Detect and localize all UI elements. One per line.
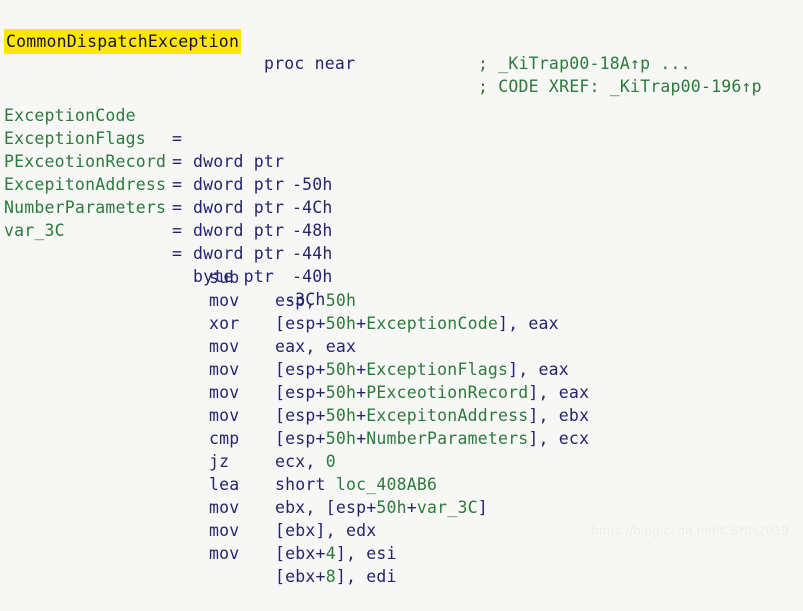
instruction-row[interactable]: mov [esp+50h+ExcepitonAddress], ebx (0, 358, 803, 425)
function-header-line[interactable]: CommonDispatchException proc near ; CODE… (0, 6, 803, 96)
declaration-offset: -48h (292, 221, 333, 240)
declaration-row[interactable]: NumberParameters = dword ptr -40h (0, 173, 803, 286)
proc-keyword-label: proc near (264, 54, 356, 73)
instruction-row[interactable]: mov [ebx+4], esi (0, 496, 803, 563)
declaration-row[interactable]: var_3C = byte ptr -3Ch (0, 196, 803, 309)
declaration-row[interactable]: ExcepitonAddress = dword ptr -44h (0, 150, 803, 263)
instruction-row[interactable]: xor eax, eax (0, 289, 803, 356)
instruction-row[interactable]: lea ebx, [esp+50h+var_3C] (0, 450, 803, 517)
instruction-row[interactable]: sub esp, 50h (0, 243, 803, 310)
declaration-type: dword ptr (193, 221, 285, 240)
instruction-mnemonic: mov (209, 544, 240, 563)
declaration-equals: = (172, 221, 183, 240)
instruction-operands[interactable]: [ebx+8], edi (275, 565, 397, 588)
instruction-row[interactable]: mov [esp+50h+NumberParameters], ecx (0, 381, 803, 448)
instruction-row[interactable]: mov [esp+50h+PExceotionRecord], eax (0, 335, 803, 402)
xref-comment-line-2: ; _KiTrap00-18A↑p ... (478, 54, 691, 73)
watermark-label: https://blog.csdn.net/CSNN2019 (591, 523, 789, 538)
instruction-operands[interactable]: [ebx+4], esi (275, 542, 397, 565)
instruction-row[interactable]: cmp ecx, 0 (0, 404, 803, 471)
instruction-row[interactable]: jz short loc_408AB6 (0, 427, 803, 494)
instruction-row[interactable]: mov [ebx], edx (0, 473, 803, 540)
declaration-row[interactable]: ExceptionFlags = dword ptr -4Ch (0, 104, 803, 217)
declaration-row[interactable]: PExceotionRecord = dword ptr -48h (0, 127, 803, 240)
xref-comment-line-2-row: ; _KiTrap00-18A↑p ... (0, 29, 803, 73)
instruction-row[interactable]: mov [esp+50h+ExceptionFlags], eax (0, 312, 803, 379)
instruction-row[interactable]: mov [esp+50h+ExceptionCode], eax (0, 266, 803, 333)
disassembly-view[interactable]: CommonDispatchException proc near ; CODE… (0, 0, 803, 586)
declaration-row[interactable]: ExceptionCode = dword ptr -50h (0, 81, 803, 194)
declaration-name[interactable]: var_3C (4, 219, 65, 242)
